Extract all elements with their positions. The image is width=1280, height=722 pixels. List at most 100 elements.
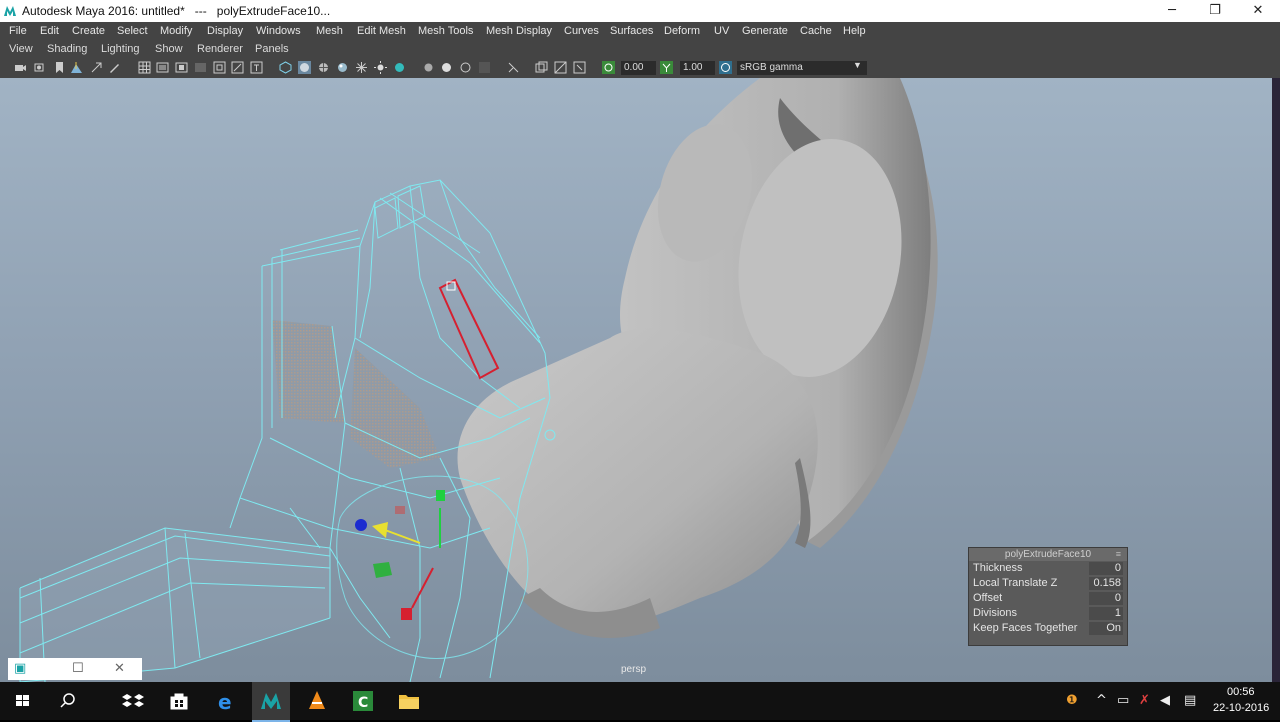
menu-deform[interactable]: Deform	[664, 25, 700, 37]
smooth-shade-icon[interactable]	[298, 61, 311, 74]
gamma-toggle-icon[interactable]	[660, 61, 673, 74]
close-button[interactable]: ✕	[1236, 0, 1280, 22]
view-transform-icon[interactable]	[719, 61, 732, 74]
wireframe-icon[interactable]	[279, 61, 292, 74]
hud-title[interactable]: polyExtrudeFace10 ≡	[969, 548, 1127, 561]
resolution-gate-icon[interactable]	[175, 61, 188, 74]
menu-windows[interactable]: Windows	[256, 25, 301, 37]
exposure-field[interactable]: 0.00	[621, 61, 656, 75]
drag-handle-icon[interactable]: ≡	[1116, 548, 1121, 561]
select-camera-icon[interactable]	[14, 61, 27, 74]
wireframe-on-shaded-icon[interactable]	[317, 61, 330, 74]
bookmark-icon[interactable]	[53, 61, 66, 74]
gamma-field[interactable]: 1.00	[680, 61, 715, 75]
menu-file[interactable]: File	[9, 25, 27, 37]
search-icon[interactable]	[55, 689, 81, 713]
camera-name-label: persp	[621, 664, 647, 675]
panel-menu-shading[interactable]: Shading	[47, 43, 87, 55]
hud-row-value[interactable]: 0	[1091, 561, 1121, 576]
xray-joints-icon[interactable]	[535, 61, 548, 74]
menu-edit[interactable]: Edit	[40, 25, 59, 37]
film-gate-icon[interactable]	[156, 61, 169, 74]
ambient-occlusion-icon[interactable]	[393, 61, 406, 74]
xray-icon[interactable]	[507, 61, 520, 74]
close-icon[interactable]: ✕	[114, 661, 125, 676]
menu-cache[interactable]: Cache	[800, 25, 832, 37]
menu-create[interactable]: Create	[72, 25, 105, 37]
image-plane-icon[interactable]	[70, 61, 83, 74]
battery-icon[interactable]: ▭	[1117, 693, 1129, 708]
gate-mask-icon[interactable]	[194, 61, 207, 74]
grid-icon[interactable]	[138, 61, 151, 74]
vlc-icon[interactable]	[304, 689, 330, 713]
hud-row-value[interactable]: 0.158	[1091, 576, 1121, 591]
menu-uv[interactable]: UV	[714, 25, 729, 37]
isolate-select-icon[interactable]	[478, 61, 491, 74]
hud-row-divisions[interactable]: Divisions 1	[969, 606, 1127, 621]
multisample-icon[interactable]	[440, 61, 453, 74]
panel-menu-view[interactable]: View	[9, 43, 33, 55]
chevron-up-icon[interactable]: ^	[1096, 693, 1107, 708]
panel-menu-show[interactable]: Show	[155, 43, 183, 55]
hud-row-thickness[interactable]: Thickness 0	[969, 561, 1127, 576]
safe-title-icon[interactable]	[250, 61, 263, 74]
menu-display[interactable]: Display	[207, 25, 243, 37]
menu-select[interactable]: Select	[117, 25, 148, 37]
perspective-viewport[interactable]: persp polyExtrudeFace10 ≡ Thickness 0 Lo…	[0, 78, 1280, 682]
network-icon[interactable]: ✗	[1139, 693, 1150, 708]
restore-button[interactable]: ❐	[1193, 0, 1237, 22]
menu-edit-mesh[interactable]: Edit Mesh	[357, 25, 406, 37]
backface-culling-icon[interactable]	[573, 61, 586, 74]
chevron-down-icon[interactable]: ▼	[853, 60, 862, 70]
menu-curves[interactable]: Curves	[564, 25, 599, 37]
svg-text:C: C	[358, 695, 368, 711]
clock-time[interactable]: 00:56	[1227, 686, 1255, 698]
action-center-icon[interactable]: ▤	[1184, 693, 1196, 708]
hud-row-keep-faces-together[interactable]: Keep Faces Together On	[969, 621, 1127, 636]
shaded-seat-mesh[interactable]	[457, 78, 938, 638]
dropbox-icon[interactable]	[120, 689, 146, 713]
hud-row-value[interactable]: On	[1091, 621, 1121, 636]
menu-mesh-tools[interactable]: Mesh Tools	[418, 25, 473, 37]
notification-badge-icon[interactable]: ❶	[1066, 693, 1078, 708]
selected-face[interactable]	[438, 278, 500, 380]
menu-mesh[interactable]: Mesh	[316, 25, 343, 37]
hud-row-value[interactable]: 0	[1091, 591, 1121, 606]
safe-action-icon[interactable]	[231, 61, 244, 74]
shadows-icon[interactable]	[374, 61, 387, 74]
xray-components-icon[interactable]	[554, 61, 567, 74]
menu-surfaces[interactable]: Surfaces	[610, 25, 653, 37]
menu-mesh-display[interactable]: Mesh Display	[486, 25, 552, 37]
store-icon[interactable]	[166, 689, 192, 713]
two-d-pan-zoom-icon[interactable]	[90, 61, 103, 74]
hud-row-offset[interactable]: Offset 0	[969, 591, 1127, 606]
hud-row-local-translate-z[interactable]: Local Translate Z 0.158	[969, 576, 1127, 591]
textured-icon[interactable]	[336, 61, 349, 74]
windows-start-icon[interactable]	[10, 689, 36, 713]
clock-date[interactable]: 22-10-2016	[1213, 702, 1269, 714]
file-explorer-icon[interactable]	[396, 689, 422, 713]
maya-app-icon[interactable]	[258, 689, 284, 713]
panel-menu-renderer[interactable]: Renderer	[197, 43, 243, 55]
menu-modify[interactable]: Modify	[160, 25, 192, 37]
camtasia-icon[interactable]: C	[350, 689, 376, 713]
menu-help[interactable]: Help	[843, 25, 866, 37]
depth-of-field-icon[interactable]	[459, 61, 472, 74]
lights-icon[interactable]	[355, 61, 368, 74]
panel-menu-panels[interactable]: Panels	[255, 43, 289, 55]
grease-pencil-icon[interactable]	[108, 61, 121, 74]
menu-generate[interactable]: Generate	[742, 25, 788, 37]
minimized-window-bar[interactable]: ▣ ☐ ✕	[8, 658, 142, 680]
edge-browser-icon[interactable]: e	[212, 689, 238, 713]
color-space-dropdown[interactable]: sRGB gamma	[737, 61, 867, 75]
minimize-button[interactable]: ─	[1150, 0, 1194, 22]
panel-menu-lighting[interactable]: Lighting	[101, 43, 140, 55]
motion-blur-icon[interactable]	[422, 61, 435, 74]
hud-row-label: Keep Faces Together	[973, 622, 1078, 634]
restore-icon[interactable]: ☐	[72, 661, 84, 676]
hud-row-value[interactable]: 1	[1091, 606, 1121, 621]
camera-attributes-icon[interactable]	[34, 61, 47, 74]
volume-icon[interactable]: ◀	[1160, 693, 1170, 708]
field-chart-icon[interactable]	[213, 61, 226, 74]
exposure-toggle-icon[interactable]	[602, 61, 615, 74]
